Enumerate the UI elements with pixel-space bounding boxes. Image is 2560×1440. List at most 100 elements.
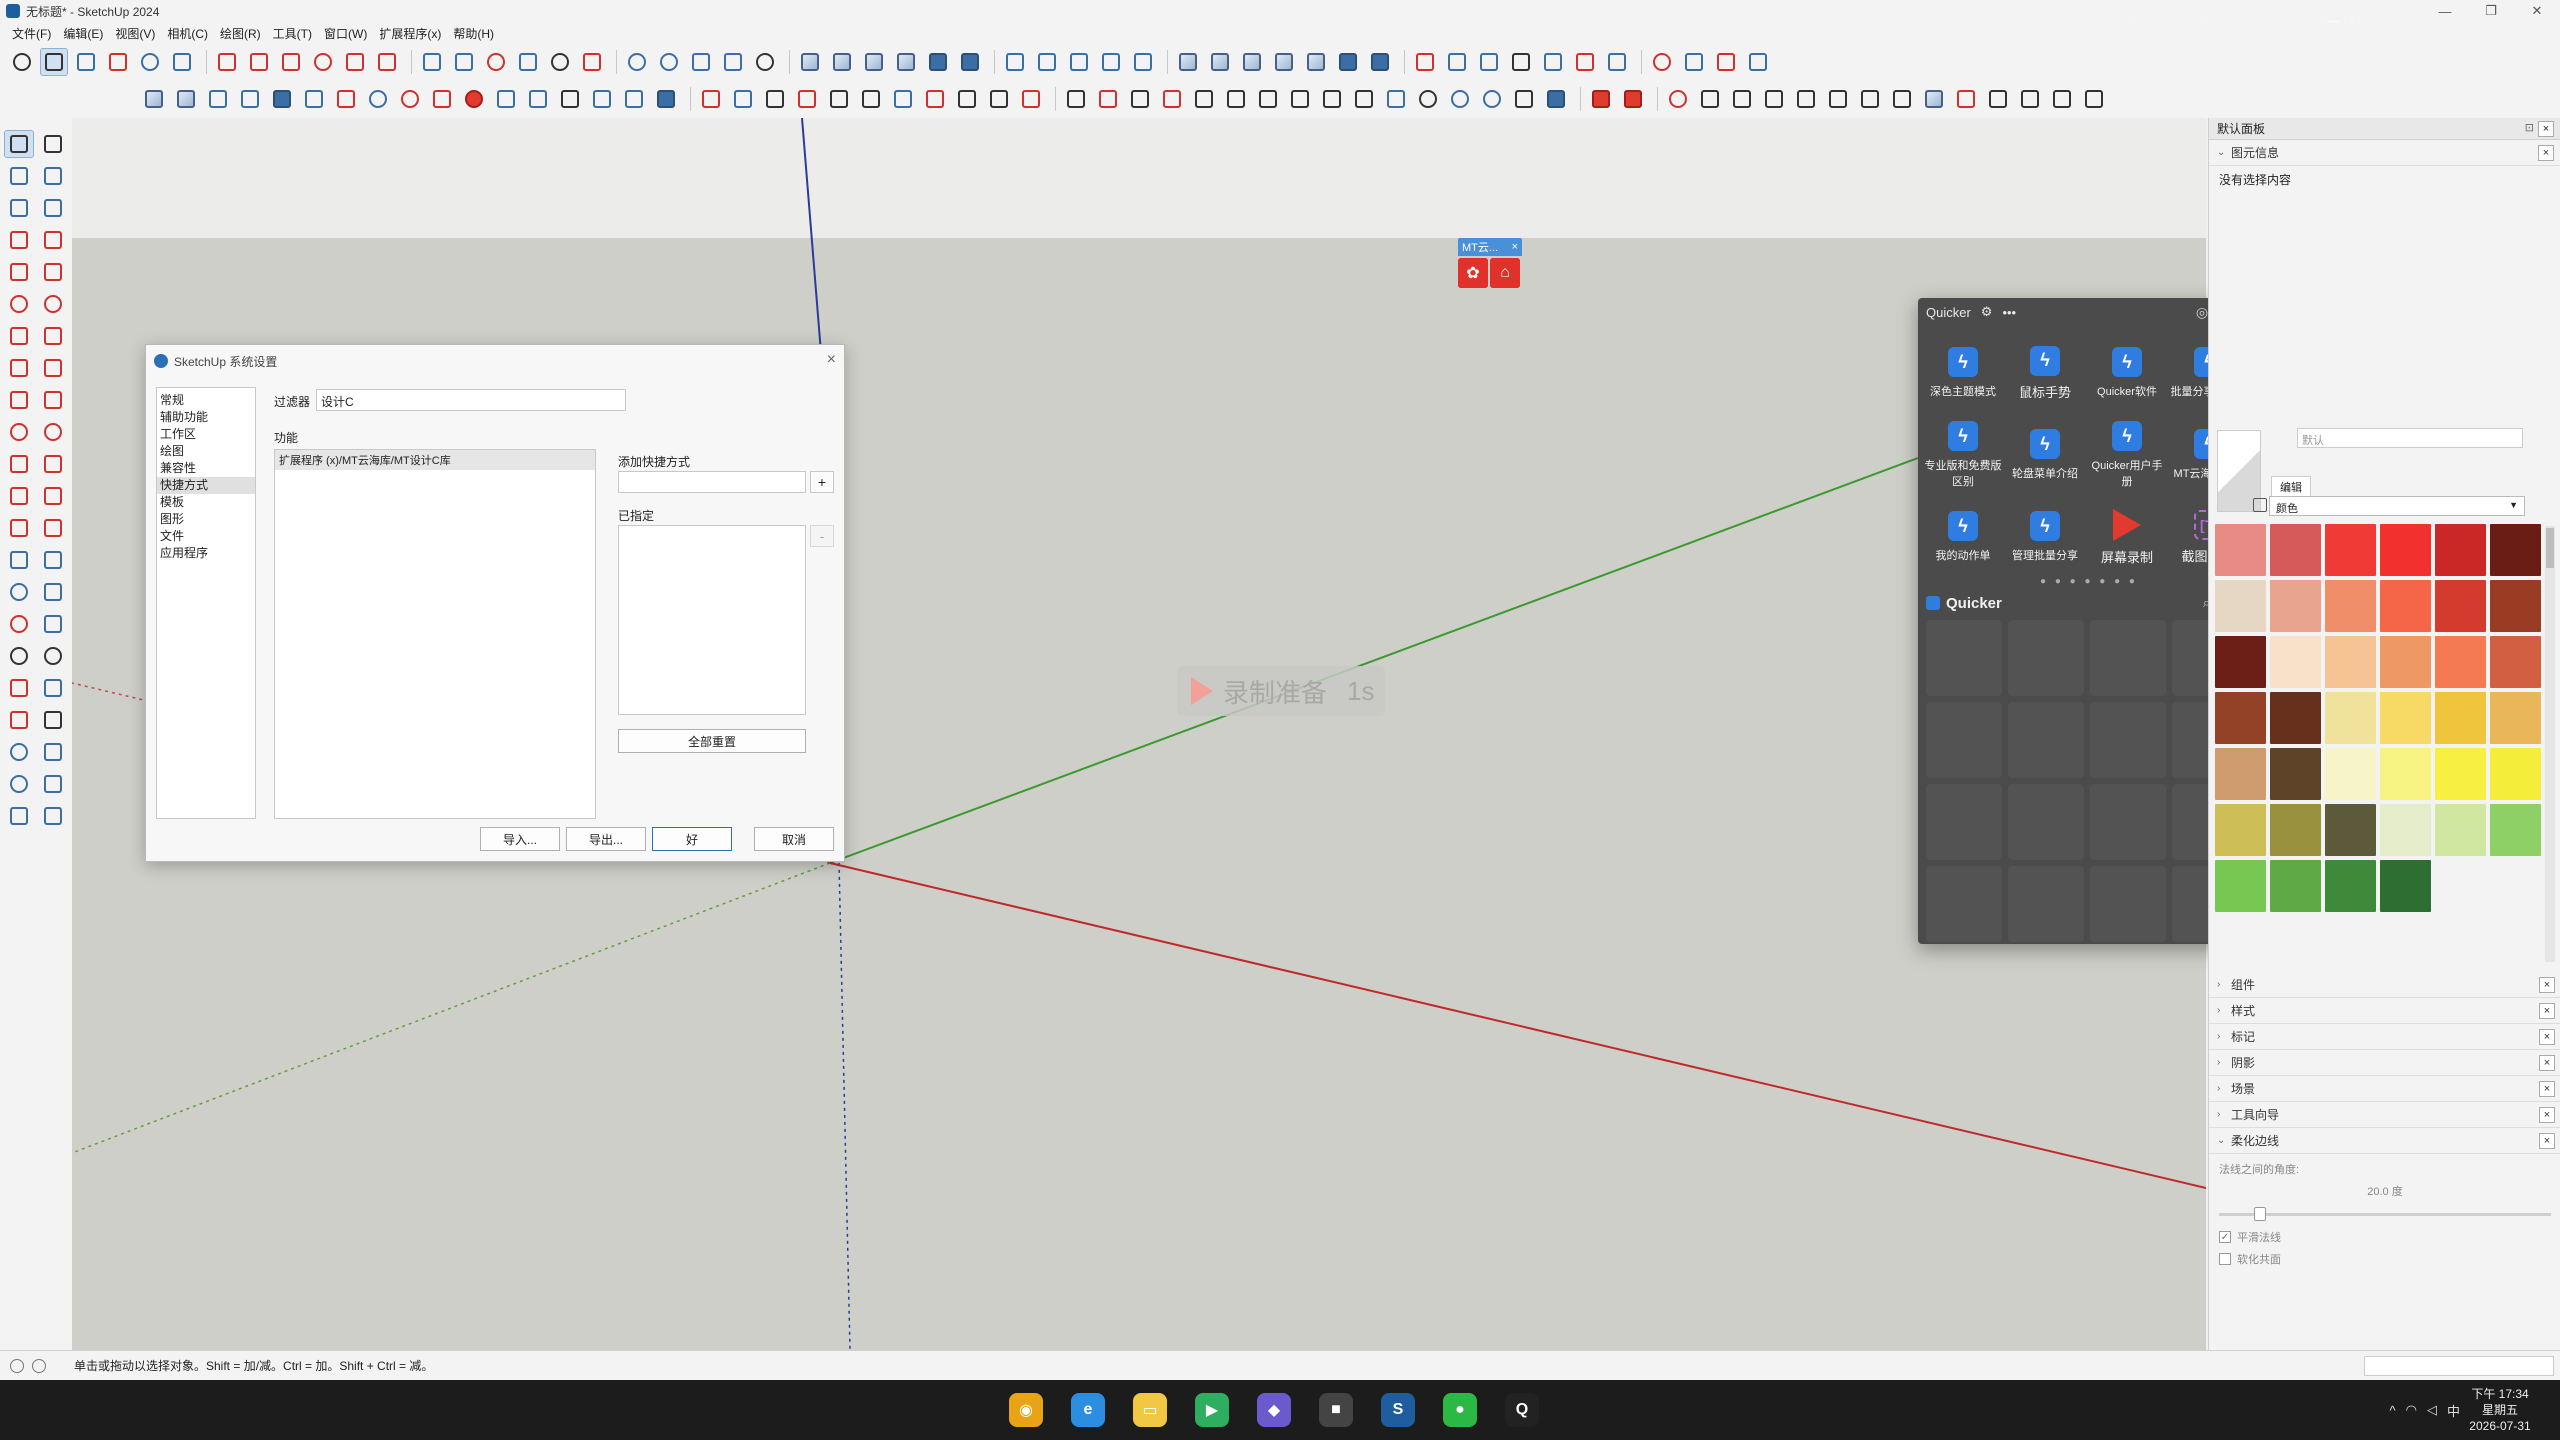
settings-nav-files[interactable]: 文件 [157, 528, 255, 545]
share-button[interactable] [1648, 48, 1676, 76]
taskbar-app-button[interactable]: ◉ [1000, 1388, 1052, 1432]
menu-help[interactable]: 帮助(H) [447, 25, 500, 42]
pan-tool-button[interactable] [514, 48, 542, 76]
three-point-arc-tool[interactable] [4, 354, 34, 382]
styles2-tool[interactable] [38, 802, 68, 830]
input-method-indicator[interactable]: 中 [2447, 1401, 2460, 1420]
ext-explode-button[interactable] [1094, 85, 1122, 113]
label-tool[interactable] [38, 578, 68, 606]
filter-input[interactable]: 设计C [316, 389, 626, 411]
ext-cabinet-button[interactable] [1856, 85, 1884, 113]
section-display-button[interactable] [1443, 48, 1471, 76]
home-icon[interactable] [2253, 498, 2267, 512]
color-swatch[interactable] [2490, 524, 2541, 576]
ext-pick-button[interactable] [921, 85, 949, 113]
taskbar-app-button[interactable]: S [1372, 1388, 1424, 1432]
ok-button[interactable]: 好 [652, 827, 732, 851]
search-tool-button[interactable] [8, 48, 36, 76]
match-photo-button[interactable] [1539, 48, 1567, 76]
ext-red-dot-button[interactable] [460, 85, 488, 113]
color-swatch[interactable] [2215, 524, 2266, 576]
ext-tile-button[interactable] [652, 85, 680, 113]
color-swatch[interactable] [2215, 692, 2266, 744]
ext-lines-button[interactable] [1984, 85, 2012, 113]
hidden-line-button[interactable] [892, 48, 920, 76]
text-tool-button[interactable] [450, 48, 478, 76]
empty-slot[interactable] [2008, 620, 2084, 696]
color-swatch[interactable] [2325, 580, 2376, 632]
color-swatch[interactable] [2270, 580, 2321, 632]
color-swatch[interactable] [2270, 636, 2321, 688]
ext-terrain-button[interactable] [524, 85, 552, 113]
tag-tool[interactable] [38, 194, 68, 222]
settings-nav-workspace[interactable]: 工作区 [157, 426, 255, 443]
solid-intersect-button[interactable] [1097, 48, 1125, 76]
freehand-tool[interactable] [38, 226, 68, 254]
ext-shelf2-button[interactable] [1888, 85, 1916, 113]
soften-edges-section[interactable]: ⌄ 柔化边线 × [2209, 1128, 2560, 1154]
add-shortcut-input[interactable] [618, 471, 806, 493]
solid-trim-button[interactable] [1065, 48, 1093, 76]
layers-button[interactable] [687, 48, 715, 76]
materials-edit-tab[interactable]: 编辑 [2271, 476, 2311, 497]
dimension-tool[interactable] [4, 514, 34, 542]
ext-group-button[interactable] [172, 85, 200, 113]
quicker-action-10[interactable]: 屏幕录制 [2088, 498, 2166, 576]
scale-tool[interactable] [4, 450, 34, 478]
position-camera-tool[interactable] [4, 706, 34, 734]
pan-tool[interactable] [38, 610, 68, 638]
remove-shortcut-button[interactable]: - [810, 525, 834, 547]
line-tool[interactable] [4, 226, 34, 254]
zoom-window-tool[interactable] [38, 642, 68, 670]
color-swatch[interactable] [2490, 636, 2541, 688]
ext-wand-button[interactable] [1510, 85, 1538, 113]
orbit-tool-button[interactable] [482, 48, 510, 76]
zoom-tool[interactable] [4, 642, 34, 670]
geo-location-icon[interactable] [10, 1358, 24, 1373]
color-swatch[interactable] [2490, 804, 2541, 856]
ext-numbers-button[interactable] [396, 85, 424, 113]
color-swatch[interactable] [2215, 636, 2266, 688]
scenes-section[interactable]: › 场景 × [2209, 1076, 2560, 1102]
color-swatch[interactable] [2270, 860, 2321, 912]
ext-refresh-button[interactable] [1664, 85, 1692, 113]
tags-section[interactable]: › 标记 × [2209, 1024, 2560, 1050]
material-name-input[interactable]: 默认 [2297, 428, 2523, 448]
ext-align-button[interactable] [300, 85, 328, 113]
cancel-button[interactable]: 取消 [754, 827, 834, 851]
ext-box-button[interactable] [268, 85, 296, 113]
empty-slot[interactable] [2090, 702, 2166, 778]
extension-warehouse-button[interactable] [655, 48, 683, 76]
import-button[interactable]: 导入... [480, 827, 560, 851]
move-tool[interactable] [4, 386, 34, 414]
pie-tool[interactable] [38, 354, 68, 382]
color-swatch[interactable] [2380, 580, 2431, 632]
section-cut-button[interactable] [1475, 48, 1503, 76]
taskbar-app-button[interactable]: ▶ [1186, 1388, 1238, 1432]
tape-measure-tool[interactable] [4, 482, 34, 510]
grid-button[interactable] [1744, 48, 1772, 76]
assigned-shortcuts-list[interactable] [618, 525, 806, 715]
notes-button[interactable] [1603, 48, 1631, 76]
color-swatch[interactable] [2490, 580, 2541, 632]
swatch-scrollbar[interactable] [2545, 526, 2555, 962]
ext-ruler-button[interactable] [1190, 85, 1218, 113]
ext-purple-cube-button[interactable] [1542, 85, 1570, 113]
close-icon[interactable]: × [2539, 1133, 2555, 1149]
export-button[interactable] [1712, 48, 1740, 76]
eraser-tool-button[interactable] [72, 48, 100, 76]
wireframe-button[interactable] [860, 48, 888, 76]
taskbar-app-button[interactable]: ■ [1310, 1388, 1362, 1432]
ext-gear2-button[interactable] [1446, 85, 1474, 113]
color-swatch[interactable] [2380, 692, 2431, 744]
arc-tool-button[interactable] [136, 48, 164, 76]
move-tool-button[interactable] [277, 48, 305, 76]
empty-slot[interactable] [1926, 620, 2002, 696]
close-icon[interactable]: × [2539, 1055, 2555, 1071]
ext-path-button[interactable] [492, 85, 520, 113]
quicker-action-4[interactable]: ϟ 专业版和免费版区别 [1924, 416, 2002, 494]
settings-gear-icon[interactable]: ⚙ [1981, 304, 1993, 320]
close-icon[interactable]: × [2539, 977, 2555, 993]
section-plane-button[interactable] [1411, 48, 1439, 76]
ext-loop-button[interactable] [364, 85, 392, 113]
